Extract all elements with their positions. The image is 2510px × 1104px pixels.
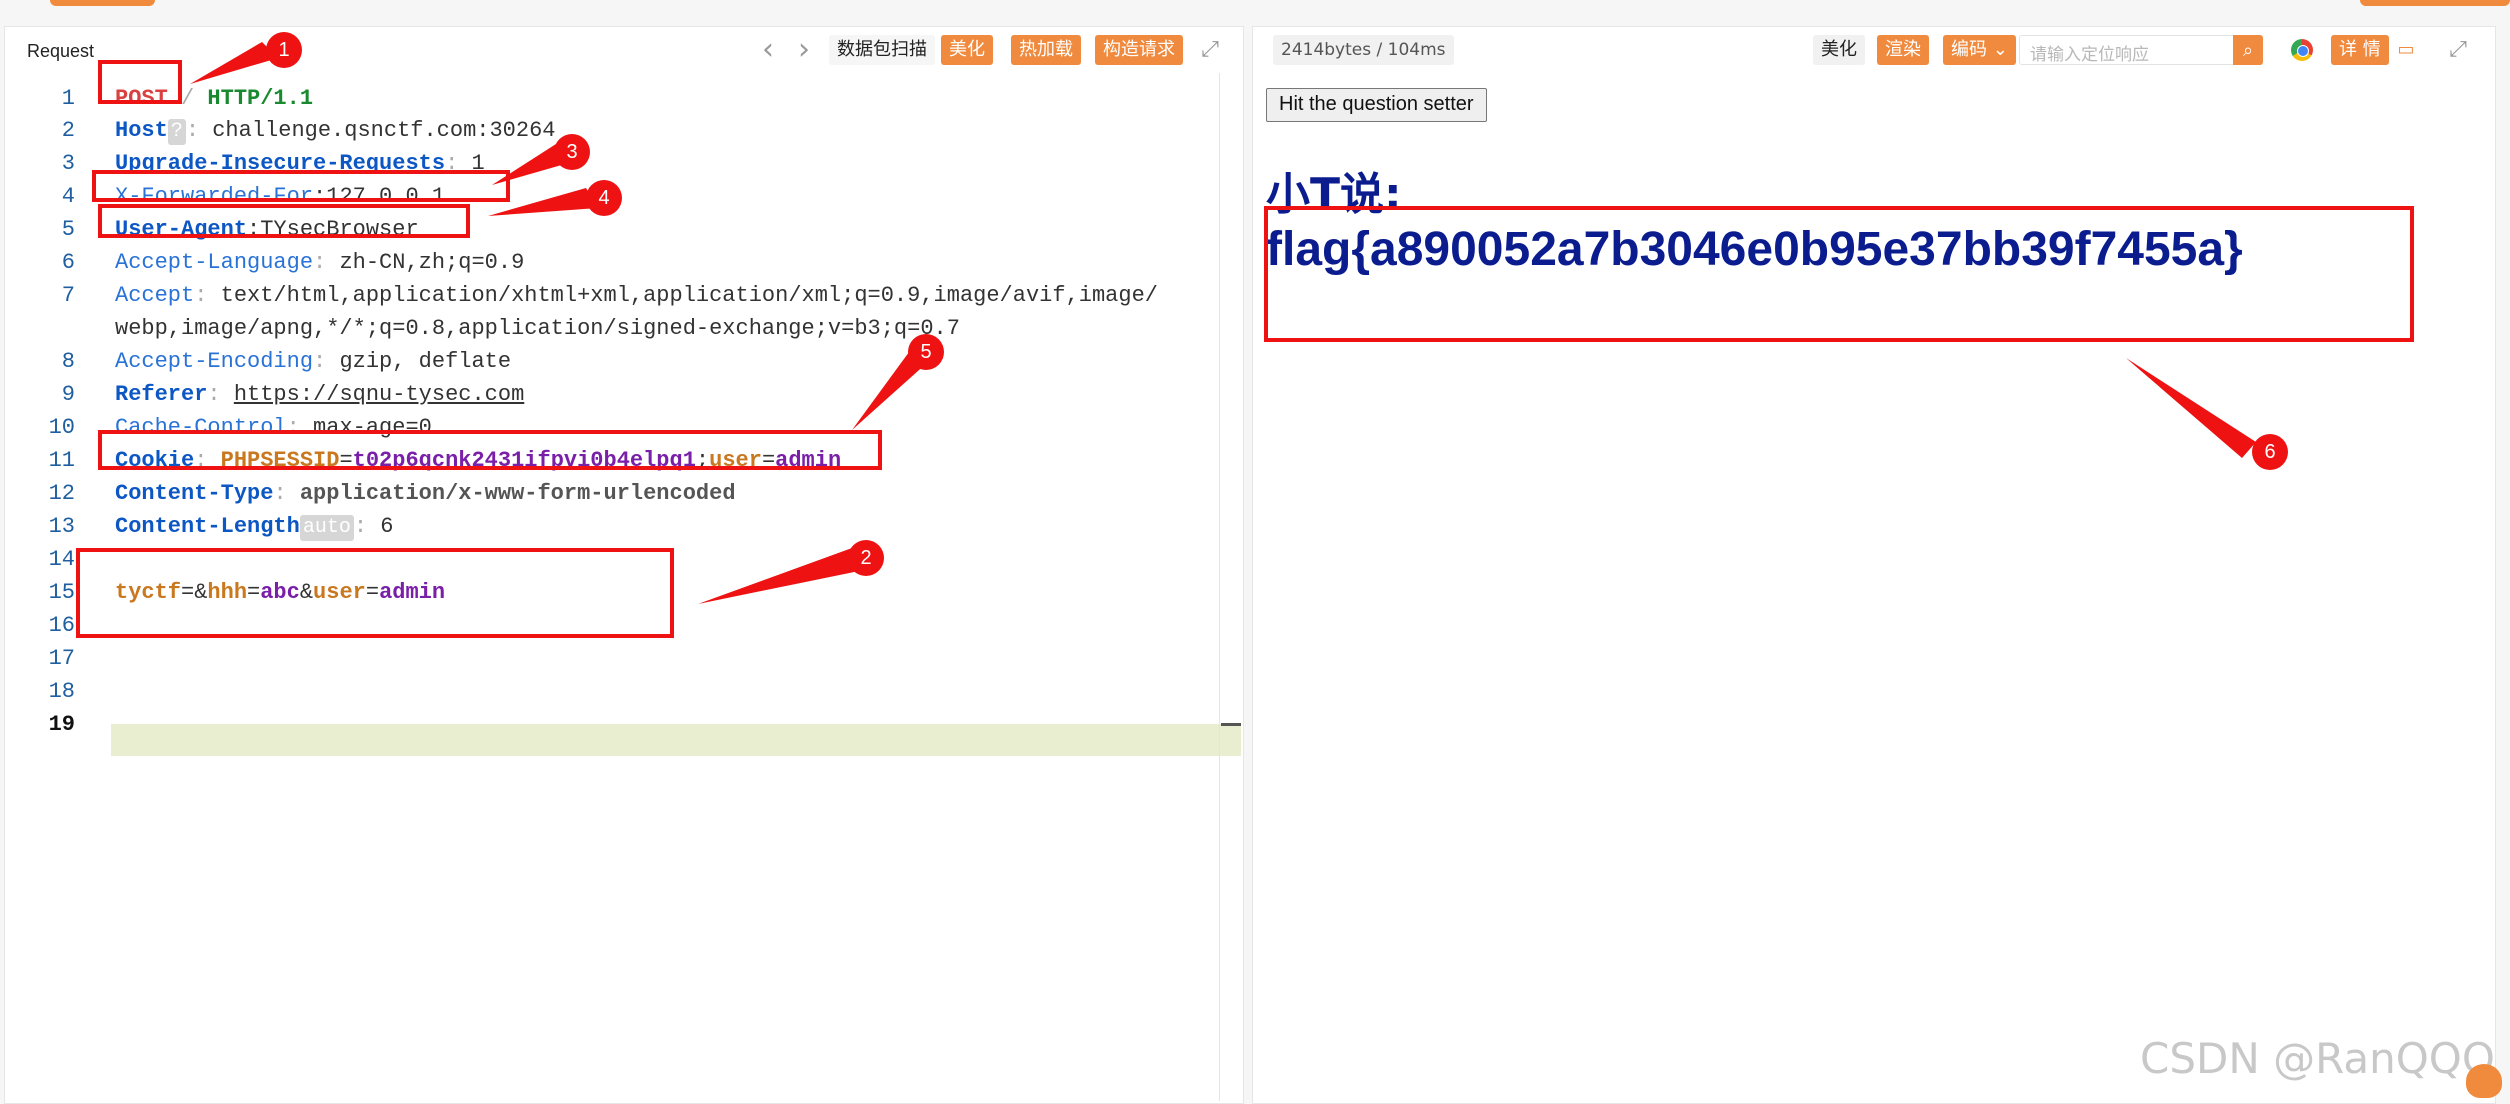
arrow-1 — [190, 42, 278, 84]
arrow-2 — [698, 548, 864, 604]
annotation-badge-3: 3 — [554, 134, 590, 170]
mascot-icon — [2466, 1064, 2502, 1098]
annotation-badge-1: 1 — [266, 32, 302, 68]
watermark: CSDN @RanQQQ — [2140, 1034, 2495, 1083]
arrow-6 — [2126, 358, 2256, 458]
arrow-4 — [488, 188, 598, 216]
annotation-arrows — [190, 42, 2256, 604]
annotation-badge-2: 2 — [848, 540, 884, 576]
annotation-badge-6: 6 — [2252, 434, 2288, 470]
annotation-badge-5: 5 — [908, 334, 944, 370]
annotation-badge-4: 4 — [586, 180, 622, 216]
